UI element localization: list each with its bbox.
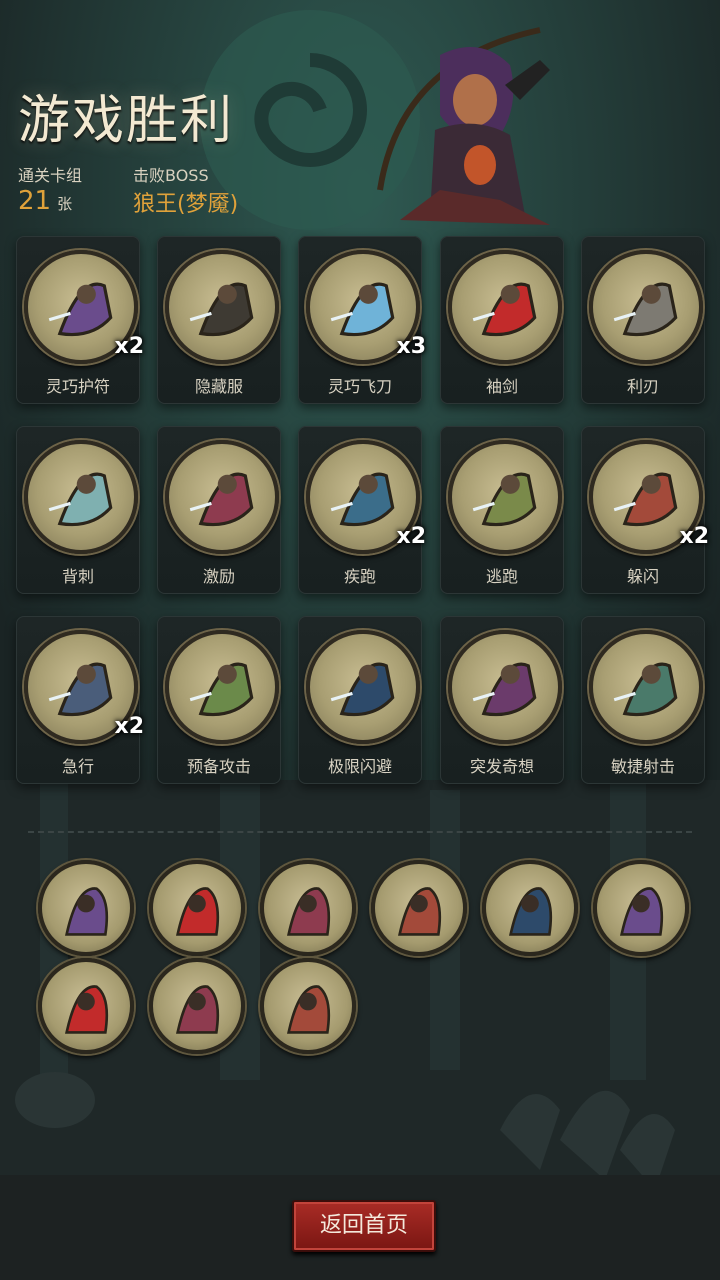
card-name: 隐藏服 — [194, 377, 243, 396]
archer-girl-icon[interactable] — [260, 860, 356, 956]
card-name: 背刺 — [61, 567, 94, 586]
card-item[interactable]: 逃跑 — [440, 426, 564, 594]
cheese-helmet-icon[interactable] — [149, 860, 245, 956]
card-item[interactable]: 突发奇想 — [440, 616, 564, 784]
card-item[interactable]: 敏捷射击 — [581, 616, 705, 784]
card-count-badge: x2 — [114, 334, 145, 359]
section-divider — [28, 831, 692, 833]
card-name: 逃跑 — [485, 567, 518, 586]
inspire-icon — [165, 440, 279, 554]
backstab-icon — [24, 440, 138, 554]
card-count-badge: x2 — [396, 524, 427, 549]
victory-title: 游戏胜利 — [18, 91, 235, 151]
deck-unit: 张 — [57, 195, 73, 213]
magic-hand-icon[interactable] — [482, 860, 578, 956]
card-name: 突发奇想 — [469, 757, 534, 776]
dagger-icon — [589, 250, 703, 364]
deck-count: 21 张 — [18, 186, 72, 216]
extreme-evade-icon — [306, 630, 420, 744]
return-home-button[interactable]: 返回首页 — [292, 1200, 436, 1252]
hooded-lightning-icon[interactable] — [38, 860, 134, 956]
sleeve-blade-icon — [448, 250, 562, 364]
boss-name: 狼王(梦魇) — [133, 192, 239, 217]
card-item[interactable]: 极限闪避 — [298, 616, 422, 784]
card-item[interactable]: 激励 — [157, 426, 281, 594]
card-item[interactable]: 隐藏服 — [157, 236, 281, 404]
agile-shot-icon — [589, 630, 703, 744]
card-name: 灵巧飞刀 — [327, 377, 392, 396]
red-assassin-icon[interactable] — [38, 958, 134, 1054]
deck-label: 通关卡组 — [18, 166, 83, 185]
card-name: 躲闪 — [626, 567, 659, 586]
card-item[interactable]: 灵巧飞刀 x3 — [298, 236, 426, 404]
card-name: 极限闪避 — [327, 757, 392, 776]
card-count-badge: x2 — [679, 524, 710, 549]
card-item[interactable]: 袖剑 — [440, 236, 564, 404]
card-item[interactable]: 躲闪 x2 — [581, 426, 709, 594]
card-item[interactable]: 背刺 — [16, 426, 140, 594]
card-count-badge: x2 — [114, 714, 145, 739]
flee-icon — [448, 440, 562, 554]
bleeding-fist-icon[interactable] — [371, 860, 467, 956]
card-name: 利刃 — [626, 377, 659, 396]
deck-count-value: 21 — [18, 186, 52, 216]
card-name: 急行 — [61, 757, 94, 776]
card-item[interactable]: 疾跑 x2 — [298, 426, 426, 594]
card-item[interactable]: 灵巧护符 x2 — [16, 236, 144, 404]
card-item[interactable]: 急行 x2 — [16, 616, 144, 784]
card-item[interactable]: 预备攻击 — [157, 616, 281, 784]
vampire-icon[interactable] — [593, 860, 689, 956]
card-count-badge: x3 — [396, 334, 427, 359]
card-name: 疾跑 — [343, 567, 376, 586]
card-name: 预备攻击 — [186, 757, 251, 776]
archer-hero-icon — [377, 27, 550, 225]
card-name: 敏捷射击 — [610, 757, 675, 776]
hood-icon — [165, 250, 279, 364]
card-hand-icon[interactable] — [149, 958, 245, 1054]
card-name: 袖剑 — [485, 377, 518, 396]
card-item[interactable]: 利刃 — [581, 236, 705, 404]
card-name: 激励 — [202, 567, 235, 586]
boss-label: 击败BOSS — [133, 166, 209, 185]
card-name: 灵巧护符 — [45, 377, 110, 396]
ready-attack-icon — [165, 630, 279, 744]
bleeding-fist-icon[interactable] — [260, 958, 356, 1054]
idea-icon — [448, 630, 562, 744]
